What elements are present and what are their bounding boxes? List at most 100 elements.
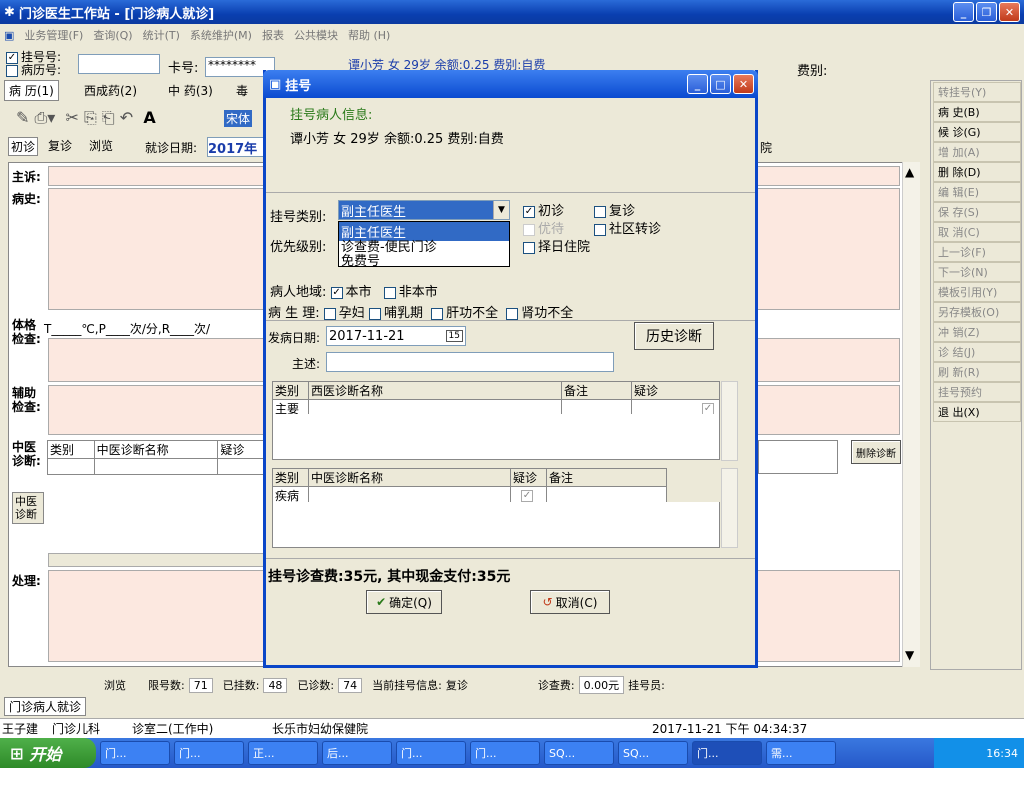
taskbar-item[interactable]: 门... — [396, 741, 466, 765]
conclude-button[interactable]: 诊 结(J) — [933, 342, 1021, 362]
chk-admit[interactable]: 择日住院 — [523, 236, 590, 255]
horizontal-scrollbar[interactable] — [48, 553, 266, 567]
lactation-checkbox[interactable] — [368, 307, 381, 320]
taskbar-item-active[interactable]: 门... — [692, 741, 762, 765]
tab-chinese[interactable]: 中 药(3) — [168, 82, 213, 99]
kidney-checkbox[interactable] — [506, 307, 519, 320]
menu-system[interactable]: 系统维护(M) — [190, 27, 252, 43]
taskbar-item[interactable]: 门... — [470, 741, 540, 765]
delete-button[interactable]: 删 除(D) — [933, 162, 1021, 182]
grid-cell[interactable] — [217, 458, 265, 475]
minimize-button[interactable]: _ — [953, 2, 974, 22]
record-no-checkbox[interactable]: 病历号: — [6, 61, 61, 78]
tab-return-visit[interactable]: 复诊 — [48, 137, 72, 154]
option-convenience[interactable]: 诊查费-便民门诊 — [339, 241, 509, 255]
onset-date-input[interactable]: 2017-11-21 15 — [326, 326, 466, 346]
reg-type-label: 挂号类别: — [270, 210, 327, 225]
region-local-checkbox[interactable]: ✓ — [330, 286, 343, 299]
status-browse[interactable]: 浏览 — [104, 677, 126, 693]
tcm-grid-scrollbar[interactable] — [721, 468, 738, 548]
western-grid-scrollbar[interactable] — [721, 381, 738, 461]
toolbar-icons[interactable]: ✎ ⎙▾ ✂ ⎘ ⎗ ↶ A — [16, 108, 156, 128]
liver-checkbox[interactable] — [431, 307, 444, 320]
grid-cell[interactable] — [93, 458, 219, 475]
waiting-button[interactable]: 候 诊(G) — [933, 122, 1021, 142]
tab-browse[interactable]: 浏览 — [89, 137, 113, 154]
taskbar-item[interactable]: 正... — [248, 741, 318, 765]
visit-date-input[interactable]: 2017年 — [207, 137, 267, 157]
vertical-scrollbar[interactable] — [902, 162, 920, 667]
font-select[interactable]: 宋体 — [224, 110, 253, 127]
bottom-tab[interactable]: 门诊病人就诊 — [4, 697, 87, 716]
chief-label: 主诉: — [12, 170, 41, 184]
tcm-header-note: 备注 — [546, 468, 667, 487]
delete-diagnosis-button[interactable]: 删除诊断 — [851, 440, 901, 464]
edit-button[interactable]: 编 辑(E) — [933, 182, 1021, 202]
pregnant-checkbox[interactable] — [323, 307, 336, 320]
dialog-minimize-button[interactable]: _ — [687, 74, 708, 94]
cancel-dialog-button[interactable]: ↺ 取消(C) — [530, 590, 610, 614]
tcm-diag-tab[interactable]: 中医诊断 — [12, 492, 44, 524]
staff-label: 挂号员: — [628, 679, 665, 692]
add-button[interactable]: 增 加(A) — [933, 142, 1021, 162]
taskbar-item[interactable]: 门... — [100, 741, 170, 765]
scroll-up-icon[interactable]: ▲ — [905, 165, 914, 179]
option-deputy-chief[interactable]: 副主任医生 — [339, 222, 509, 241]
appointment-button[interactable]: 挂号预约 — [933, 382, 1021, 402]
taskbar-item[interactable]: 需... — [766, 741, 836, 765]
reg-no-input[interactable] — [78, 54, 160, 74]
taskbar-item[interactable]: 门... — [174, 741, 244, 765]
menu-query[interactable]: 查询(Q) — [93, 27, 132, 43]
maximize-button[interactable]: ❐ — [976, 2, 997, 22]
tab-record[interactable]: 病 历(1) — [4, 80, 59, 101]
chk-community[interactable]: 社区转诊 — [594, 218, 661, 237]
reg-type-select[interactable]: 副主任医生 ▼ — [338, 200, 510, 220]
start-button[interactable]: ⊞ 开始 — [0, 738, 96, 768]
region-label: 病人地域: — [270, 285, 327, 300]
save-button[interactable]: 保 存(S) — [933, 202, 1021, 222]
menu-bar: ▣ 业务管理(F) 查询(Q) 统计(T) 系统维护(M) 报表 公共模块 帮助… — [0, 24, 1024, 46]
taskbar-item[interactable]: SQ... — [544, 741, 614, 765]
chk-priority[interactable]: 优待 — [523, 218, 564, 237]
menu-business[interactable]: 业务管理(F) — [24, 27, 83, 43]
close-button[interactable]: ✕ — [999, 2, 1020, 22]
ok-button[interactable]: ✔ 确定(Q) — [366, 590, 442, 614]
history-diagnosis-button[interactable]: 历史诊断 — [634, 322, 714, 350]
dialog-maximize-button[interactable]: □ — [710, 74, 731, 94]
clock[interactable]: 16:34 — [986, 747, 1018, 760]
tab-first-visit[interactable]: 初诊 — [8, 137, 39, 156]
cancel-button[interactable]: 取 消(C) — [933, 222, 1021, 242]
history-button[interactable]: 病 史(B) — [933, 102, 1021, 122]
tab-toxic[interactable]: 毒 — [236, 82, 248, 99]
menu-report[interactable]: 报表 — [262, 27, 284, 43]
refresh-button[interactable]: 刷 新(R) — [933, 362, 1021, 382]
calendar-icon[interactable]: 15 — [445, 330, 463, 342]
taskbar-item[interactable]: 后... — [322, 741, 392, 765]
menu-public[interactable]: 公共模块 — [294, 27, 338, 43]
chevron-down-icon[interactable]: ▼ — [493, 201, 509, 219]
save-template-button[interactable]: 另存模板(O) — [933, 302, 1021, 322]
template-use-button[interactable]: 模板引用(Y) — [933, 282, 1021, 302]
chk-first-visit[interactable]: ✓ 初诊 — [523, 200, 564, 219]
check-icon: ✔ — [376, 595, 387, 609]
reverse-button[interactable]: 冲 销(Z) — [933, 322, 1021, 342]
footer-hospital: 长乐市妇幼保健院 — [272, 722, 369, 736]
grid-cell[interactable] — [47, 458, 95, 475]
dialog-close-button[interactable]: ✕ — [733, 74, 754, 94]
region-local-label: 本市 — [345, 285, 372, 300]
exit-button[interactable]: 退 出(X) — [933, 402, 1021, 422]
scroll-down-icon[interactable]: ▼ — [905, 648, 914, 662]
chk-return-visit[interactable]: 复诊 — [594, 200, 635, 219]
option-free[interactable]: 免费号 — [339, 255, 509, 269]
chief-complaint-input[interactable] — [326, 352, 614, 372]
menu-help[interactable]: 帮助 (H) — [348, 27, 390, 43]
tcm-grid-right — [758, 440, 838, 474]
menu-stats[interactable]: 统计(T) — [143, 27, 180, 43]
transfer-reg-button[interactable]: 转挂号(Y) — [933, 82, 1021, 102]
taskbar-item[interactable]: SQ... — [618, 741, 688, 765]
next-visit-button[interactable]: 下一诊(N) — [933, 262, 1021, 282]
region-nonlocal-checkbox[interactable] — [383, 286, 396, 299]
exam-label: 体格检查: — [12, 318, 41, 346]
prev-visit-button[interactable]: 上一诊(F) — [933, 242, 1021, 262]
tab-western[interactable]: 西成药(2) — [84, 82, 137, 99]
